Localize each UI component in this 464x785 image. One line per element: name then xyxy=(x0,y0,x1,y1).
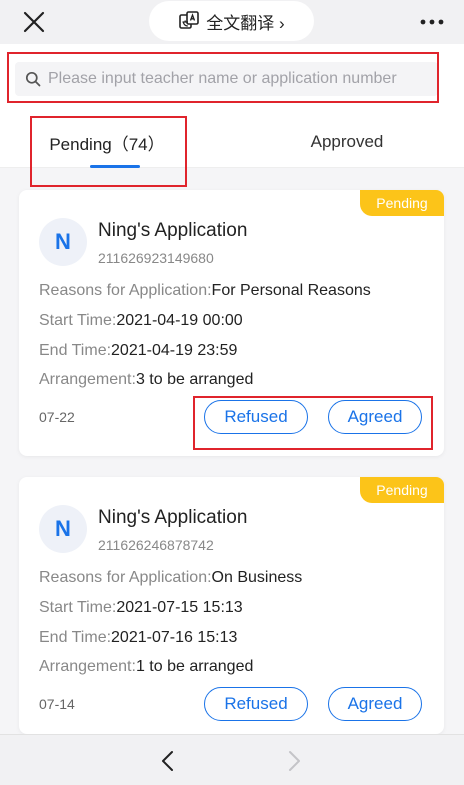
start-time-row: Start Time:2021-07-15 15:13 xyxy=(39,599,243,617)
end-time-value: 2021-07-16 15:13 xyxy=(111,629,238,646)
active-tab-indicator xyxy=(90,165,140,168)
search-section xyxy=(0,44,464,116)
reasons-label: Reasons for Application: xyxy=(39,282,212,299)
arrangement-label: Arrangement: xyxy=(39,371,136,388)
tab-bar: Pending（74） Approved xyxy=(0,116,464,168)
search-input[interactable] xyxy=(48,70,438,88)
status-badge: Pending xyxy=(360,477,444,503)
arrangement-row: Arrangement:3 to be arranged xyxy=(39,371,253,389)
start-time-label: Start Time: xyxy=(39,599,117,616)
avatar: N xyxy=(39,505,87,553)
tab-approved-label: Approved xyxy=(310,132,384,151)
more-icon[interactable] xyxy=(418,14,446,30)
reasons-row: Reasons for Application:On Business xyxy=(39,569,302,587)
arrangement-value: 3 to be arranged xyxy=(135,371,254,388)
translate-label: 全文翻译 › xyxy=(206,13,285,33)
arrangement-label: Arrangement: xyxy=(39,658,136,675)
chevron-left-icon[interactable] xyxy=(156,749,180,773)
application-card[interactable]: Pending N Ning's Application 21162624687… xyxy=(19,477,444,734)
start-time-value: 2021-07-15 15:13 xyxy=(116,599,243,616)
start-time-label: Start Time: xyxy=(39,312,117,329)
refused-button[interactable]: Refused xyxy=(204,400,308,434)
application-date: 07-14 xyxy=(39,696,75,712)
tab-pending-label: Pending（74） xyxy=(49,134,165,154)
top-bar: 全文翻译 › xyxy=(0,0,464,44)
end-time-value: 2021-04-19 23:59 xyxy=(111,342,238,359)
reasons-label: Reasons for Application: xyxy=(39,569,212,586)
start-time-row: Start Time:2021-04-19 00:00 xyxy=(39,312,243,330)
application-date: 07-22 xyxy=(39,409,75,425)
translate-icon xyxy=(179,11,200,29)
application-number: 211626246878742 xyxy=(98,537,214,553)
end-time-row: End Time:2021-04-19 23:59 xyxy=(39,342,237,360)
reasons-value: On Business xyxy=(211,569,303,586)
agreed-button[interactable]: Agreed xyxy=(328,400,422,434)
avatar: N xyxy=(39,218,87,266)
end-time-label: End Time: xyxy=(39,342,112,359)
reasons-value: For Personal Reasons xyxy=(211,282,371,299)
agreed-button[interactable]: Agreed xyxy=(328,687,422,721)
tab-pending[interactable]: Pending（74） xyxy=(32,116,182,168)
search-icon xyxy=(25,71,41,87)
end-time-label: End Time: xyxy=(39,629,112,646)
tab-approved[interactable]: Approved xyxy=(272,116,422,168)
start-time-value: 2021-04-19 00:00 xyxy=(116,312,243,329)
arrangement-value: 1 to be arranged xyxy=(135,658,254,675)
application-title: Ning's Application xyxy=(98,507,248,528)
close-icon[interactable] xyxy=(20,8,48,36)
application-number: 211626923149680 xyxy=(98,250,214,266)
status-badge: Pending xyxy=(360,190,444,216)
bottom-nav-bar xyxy=(0,734,464,785)
refused-button[interactable]: Refused xyxy=(204,687,308,721)
search-bar[interactable] xyxy=(15,62,438,96)
reasons-row: Reasons for Application:For Personal Rea… xyxy=(39,282,371,300)
chevron-right-icon[interactable] xyxy=(282,749,306,773)
application-card[interactable]: Pending N Ning's Application 21162692314… xyxy=(19,190,444,456)
end-time-row: End Time:2021-07-16 15:13 xyxy=(39,629,237,647)
translate-button[interactable]: 全文翻译 › xyxy=(149,1,314,41)
application-title: Ning's Application xyxy=(98,220,248,241)
arrangement-row: Arrangement:1 to be arranged xyxy=(39,658,253,676)
